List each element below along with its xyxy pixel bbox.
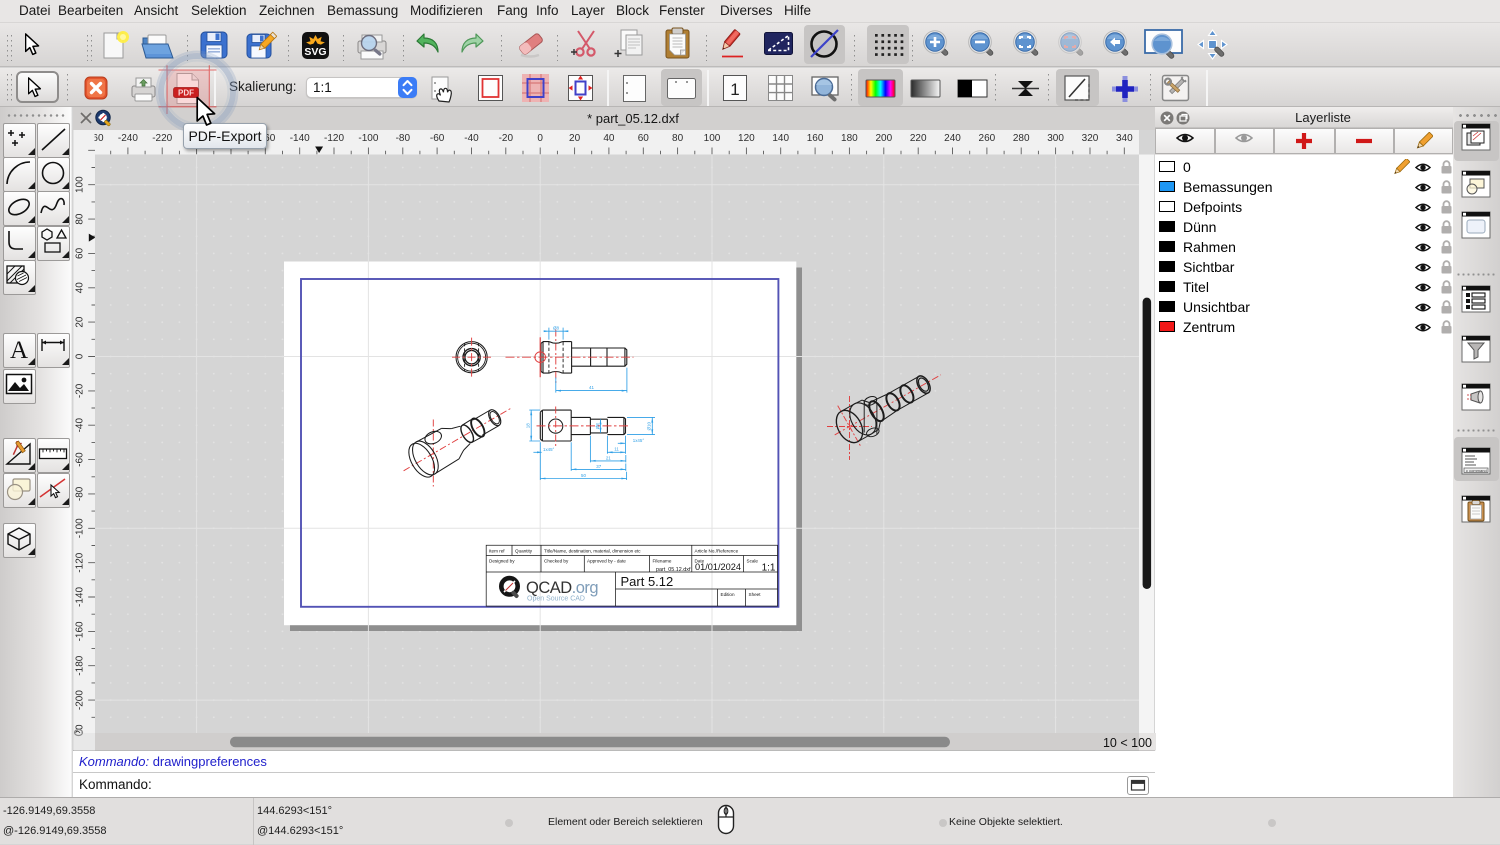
svg-text:Sheet: Sheet xyxy=(749,592,762,597)
svg-text:QCAD.org: QCAD.org xyxy=(526,579,598,597)
svg-text:60: 60 xyxy=(638,133,650,144)
svg-text:01/01/2024: 01/01/2024 xyxy=(695,562,741,572)
svg-text:-220: -220 xyxy=(152,133,172,144)
svg-text:200: 200 xyxy=(875,133,892,144)
svg-text:-120: -120 xyxy=(324,133,344,144)
svg-text:-80: -80 xyxy=(396,133,411,144)
svg-text:-240: -240 xyxy=(118,133,138,144)
svg-text:Ø8: Ø8 xyxy=(553,325,560,330)
svg-text:1x45°: 1x45° xyxy=(633,438,645,443)
svg-text:18: 18 xyxy=(526,423,531,429)
svg-text:0: 0 xyxy=(74,353,85,359)
svg-text:80: 80 xyxy=(74,213,85,225)
svg-text:20: 20 xyxy=(74,316,85,328)
svg-text:Filename: Filename xyxy=(653,558,672,563)
svg-text:120: 120 xyxy=(738,133,755,144)
svg-text:40: 40 xyxy=(603,133,615,144)
svg-text:220: 220 xyxy=(910,133,927,144)
svg-text:-60: -60 xyxy=(430,133,445,144)
svg-text:Item ref: Item ref xyxy=(489,548,505,553)
svg-text:Edition: Edition xyxy=(721,592,735,597)
svg-text:-100: -100 xyxy=(358,133,378,144)
svg-text:1x45°: 1x45° xyxy=(543,447,555,452)
svg-text:240: 240 xyxy=(944,133,961,144)
svg-text:37: 37 xyxy=(596,464,601,469)
svg-text:280: 280 xyxy=(1013,133,1030,144)
svg-text:Article No./Reference: Article No./Reference xyxy=(695,548,739,553)
svg-text:Scale: Scale xyxy=(747,558,759,563)
svg-text:Ø8: Ø8 xyxy=(595,423,600,430)
svg-text:Checked by: Checked by xyxy=(544,558,569,563)
svg-text:180: 180 xyxy=(841,133,858,144)
svg-text:100: 100 xyxy=(74,176,85,193)
svg-text:part_05.12.dxf: part_05.12.dxf xyxy=(656,567,691,573)
svg-text:340: 340 xyxy=(1116,133,1133,144)
svg-text:-140: -140 xyxy=(74,587,85,607)
svg-text:Approved by - date: Approved by - date xyxy=(587,558,626,563)
svg-text:-100: -100 xyxy=(74,518,85,538)
svg-text:320: 320 xyxy=(1082,133,1099,144)
svg-text:10 < 100: 10 < 100 xyxy=(1103,736,1152,750)
svg-text:-40: -40 xyxy=(464,133,479,144)
svg-text:Part 5.12: Part 5.12 xyxy=(621,574,674,589)
svg-text:11: 11 xyxy=(614,447,619,452)
svg-text:Title/Name, destination, mater: Title/Name, destination, material, dimen… xyxy=(544,548,641,553)
svg-text:-180: -180 xyxy=(74,655,85,675)
svg-text:140: 140 xyxy=(772,133,789,144)
svg-text:20: 20 xyxy=(569,133,581,144)
svg-text:Quantity: Quantity xyxy=(515,548,533,553)
svg-text:300: 300 xyxy=(1047,133,1064,144)
svg-text:0: 0 xyxy=(537,133,543,144)
svg-text:60: 60 xyxy=(74,247,85,259)
svg-text:21: 21 xyxy=(606,455,611,460)
svg-text:-80: -80 xyxy=(74,486,85,501)
svg-text:100: 100 xyxy=(704,133,721,144)
svg-text:Open Source CAD: Open Source CAD xyxy=(527,596,585,603)
svg-text:-60: -60 xyxy=(74,452,85,467)
svg-text:50: 50 xyxy=(581,473,586,478)
svg-text:Designed by: Designed by xyxy=(489,558,515,563)
svg-text:80: 80 xyxy=(672,133,684,144)
svg-text:-200: -200 xyxy=(74,690,85,710)
svg-text:-140: -140 xyxy=(290,133,310,144)
svg-text:160: 160 xyxy=(807,133,824,144)
svg-text:1:1: 1:1 xyxy=(762,562,776,573)
svg-text:41: 41 xyxy=(589,385,595,390)
svg-text:-20: -20 xyxy=(499,133,514,144)
svg-text:260: 260 xyxy=(979,133,996,144)
svg-text:Ø10: Ø10 xyxy=(647,421,652,430)
svg-text:-160: -160 xyxy=(74,621,85,641)
svg-text:-40: -40 xyxy=(74,418,85,433)
svg-text:-120: -120 xyxy=(74,552,85,572)
svg-text:-20: -20 xyxy=(74,383,85,398)
svg-text:40: 40 xyxy=(74,282,85,294)
